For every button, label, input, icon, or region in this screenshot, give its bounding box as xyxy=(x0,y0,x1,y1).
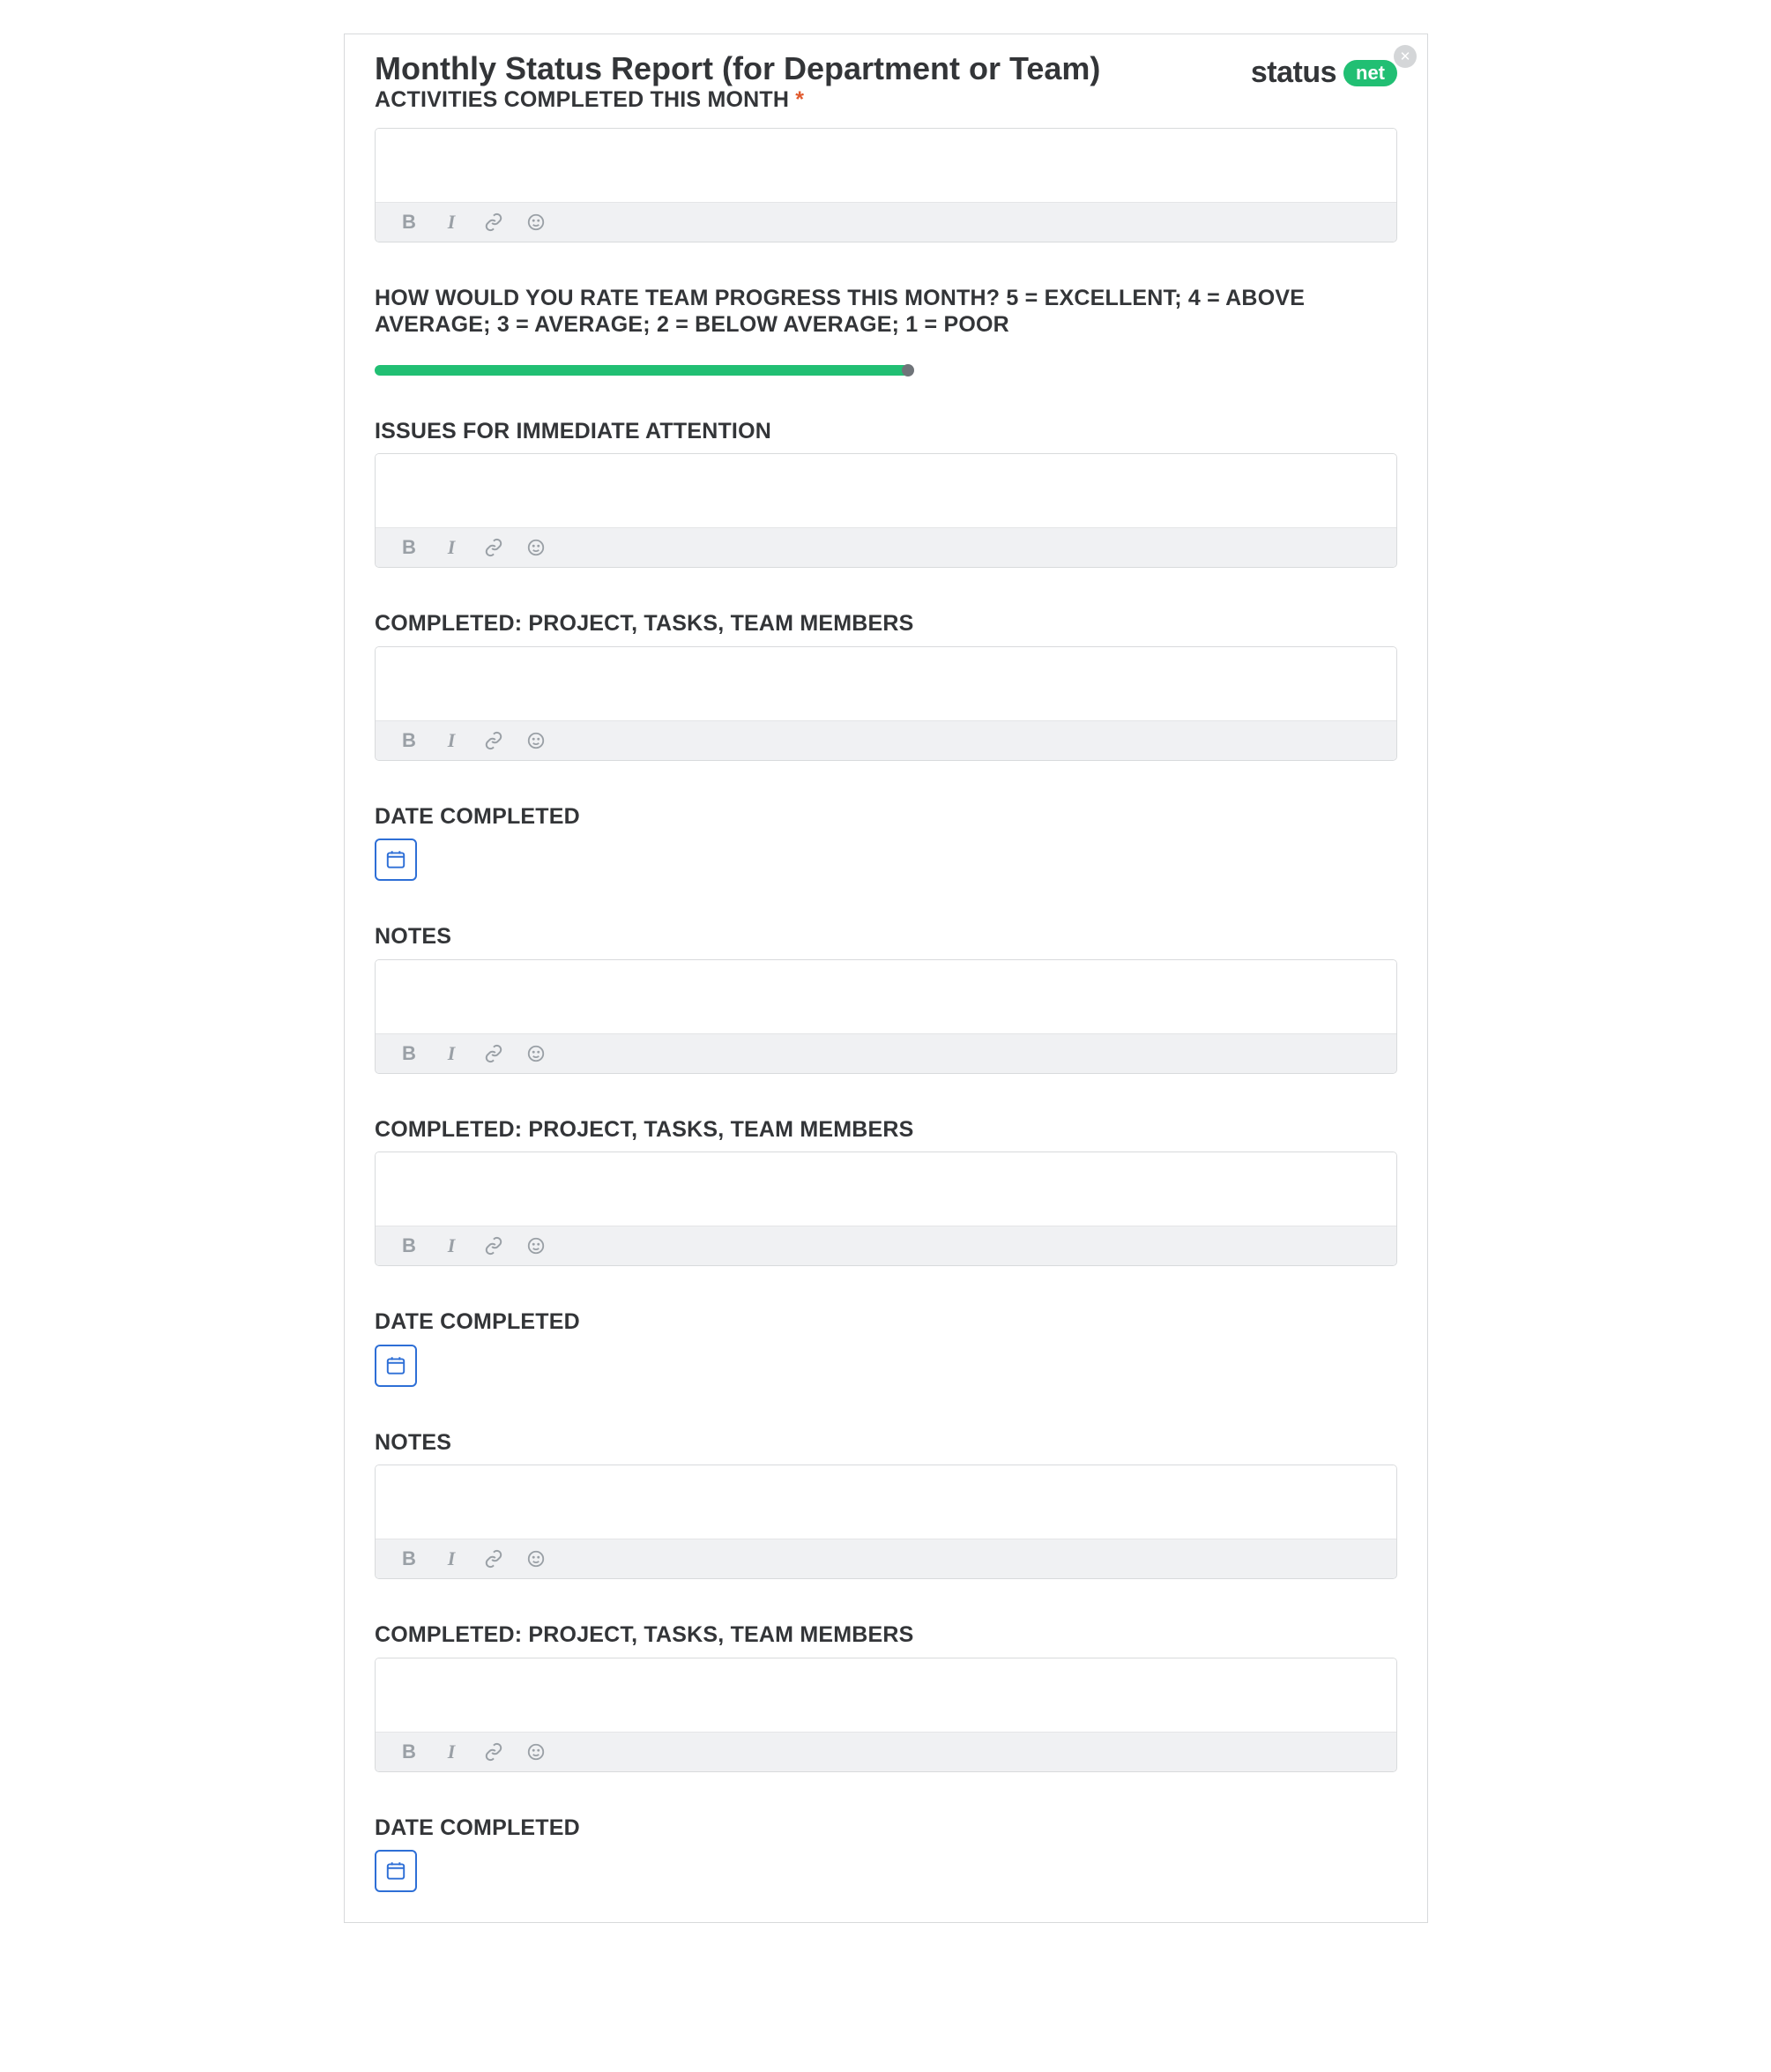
italic-icon[interactable]: I xyxy=(441,537,462,558)
rich-toolbar: B I xyxy=(376,1539,1396,1578)
link-icon[interactable] xyxy=(483,212,504,233)
emoji-icon[interactable] xyxy=(525,537,547,558)
field-label-activities: ACTIVITIES COMPLETED THIS MONTH * xyxy=(375,86,1251,114)
field-label-completed-2: COMPLETED: PROJECT, TASKS, TEAM MEMBERS xyxy=(375,1116,1397,1144)
rating-slider[interactable] xyxy=(375,365,909,376)
close-icon: ✕ xyxy=(1400,48,1411,64)
bold-icon[interactable]: B xyxy=(398,537,420,558)
completed-1-input[interactable] xyxy=(376,647,1396,716)
date-picker-2[interactable] xyxy=(375,1345,417,1387)
link-icon[interactable] xyxy=(483,1548,504,1569)
rich-editor-issues: B I xyxy=(375,453,1397,568)
calendar-icon xyxy=(384,1354,407,1377)
field-label-issues: ISSUES FOR IMMEDIATE ATTENTION xyxy=(375,418,1397,445)
rich-editor-completed-2: B I xyxy=(375,1152,1397,1266)
link-icon[interactable] xyxy=(483,730,504,751)
bold-icon[interactable]: B xyxy=(398,1043,420,1064)
rich-toolbar: B I xyxy=(376,1033,1396,1073)
field-label-notes-2: NOTES xyxy=(375,1429,1397,1457)
brand-logo: status net xyxy=(1251,56,1397,90)
rich-toolbar: B I xyxy=(376,1226,1396,1265)
bold-icon[interactable]: B xyxy=(398,1548,420,1569)
emoji-icon[interactable] xyxy=(525,1548,547,1569)
notes-1-input[interactable] xyxy=(376,960,1396,1029)
brand-pill: net xyxy=(1343,60,1397,86)
rich-editor-activities: B I xyxy=(375,128,1397,242)
issues-input[interactable] xyxy=(376,454,1396,523)
title-block: Monthly Status Report (for Department or… xyxy=(375,50,1251,123)
brand-word: status xyxy=(1251,56,1336,90)
italic-icon[interactable]: I xyxy=(441,1043,462,1064)
form-title: Monthly Status Report (for Department or… xyxy=(375,50,1251,86)
bold-icon[interactable]: B xyxy=(398,212,420,233)
link-icon[interactable] xyxy=(483,1741,504,1763)
notes-2-input[interactable] xyxy=(376,1465,1396,1534)
bold-icon[interactable]: B xyxy=(398,730,420,751)
rich-toolbar: B I xyxy=(376,1732,1396,1771)
emoji-icon[interactable] xyxy=(525,730,547,751)
date-picker-3[interactable] xyxy=(375,1850,417,1892)
rich-toolbar: B I xyxy=(376,527,1396,567)
field-label-date-2: DATE COMPLETED xyxy=(375,1308,1397,1336)
rich-toolbar: B I xyxy=(376,202,1396,242)
label-text: ACTIVITIES COMPLETED THIS MONTH xyxy=(375,87,789,112)
rich-editor-notes-2: B I xyxy=(375,1465,1397,1579)
rich-toolbar: B I xyxy=(376,720,1396,760)
italic-icon[interactable]: I xyxy=(441,1235,462,1256)
field-label-notes-1: NOTES xyxy=(375,923,1397,950)
bold-icon[interactable]: B xyxy=(398,1235,420,1256)
rich-editor-completed-1: B I xyxy=(375,646,1397,761)
italic-icon[interactable]: I xyxy=(441,1548,462,1569)
link-icon[interactable] xyxy=(483,1235,504,1256)
rich-editor-completed-3: B I xyxy=(375,1658,1397,1772)
completed-3-input[interactable] xyxy=(376,1658,1396,1727)
slider-thumb[interactable] xyxy=(902,364,914,376)
field-label-rating: HOW WOULD YOU RATE TEAM PROGRESS THIS MO… xyxy=(375,285,1397,339)
calendar-icon xyxy=(384,848,407,871)
activities-input[interactable] xyxy=(376,129,1396,198)
field-label-completed-1: COMPLETED: PROJECT, TASKS, TEAM MEMBERS xyxy=(375,610,1397,637)
bold-icon[interactable]: B xyxy=(398,1741,420,1763)
field-label-date-3: DATE COMPLETED xyxy=(375,1815,1397,1842)
form-header: Monthly Status Report (for Department or… xyxy=(375,50,1397,123)
emoji-icon[interactable] xyxy=(525,1043,547,1064)
emoji-icon[interactable] xyxy=(525,212,547,233)
rich-editor-notes-1: B I xyxy=(375,959,1397,1074)
close-button[interactable]: ✕ xyxy=(1394,45,1417,68)
emoji-icon[interactable] xyxy=(525,1741,547,1763)
italic-icon[interactable]: I xyxy=(441,212,462,233)
field-label-date-1: DATE COMPLETED xyxy=(375,803,1397,831)
italic-icon[interactable]: I xyxy=(441,730,462,751)
field-label-completed-3: COMPLETED: PROJECT, TASKS, TEAM MEMBERS xyxy=(375,1621,1397,1649)
calendar-icon xyxy=(384,1860,407,1882)
italic-icon[interactable]: I xyxy=(441,1741,462,1763)
link-icon[interactable] xyxy=(483,537,504,558)
emoji-icon[interactable] xyxy=(525,1235,547,1256)
form-container: ✕ Monthly Status Report (for Department … xyxy=(344,34,1428,1923)
date-picker-1[interactable] xyxy=(375,838,417,881)
completed-2-input[interactable] xyxy=(376,1152,1396,1221)
link-icon[interactable] xyxy=(483,1043,504,1064)
required-star: * xyxy=(795,87,804,112)
